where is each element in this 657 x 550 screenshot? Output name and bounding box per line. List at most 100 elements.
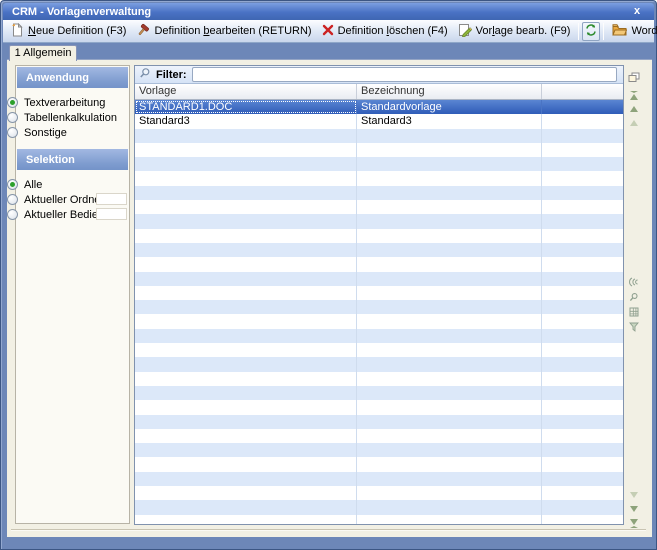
table-cell[interactable]: [135, 429, 357, 443]
table-cell[interactable]: [135, 343, 357, 357]
vorlage-bearbeiten-button[interactable]: Vorlage bearb. (F9): [453, 21, 576, 42]
table-cell[interactable]: [542, 214, 623, 228]
table-row[interactable]: [135, 129, 623, 143]
scroll-next-icon[interactable]: [627, 503, 641, 515]
table-cell[interactable]: [357, 443, 542, 457]
table-row[interactable]: [135, 157, 623, 171]
table-cell[interactable]: [542, 515, 623, 525]
table-row[interactable]: [135, 343, 623, 357]
table-cell[interactable]: [357, 300, 542, 314]
delete-definition-button[interactable]: Definition löschen (F4): [317, 22, 453, 41]
table-cell[interactable]: [135, 286, 357, 300]
table-cell[interactable]: [542, 357, 623, 371]
table-cell[interactable]: [135, 157, 357, 171]
table-cell[interactable]: [135, 329, 357, 343]
table-cell[interactable]: [357, 129, 542, 143]
table-cell[interactable]: [135, 257, 357, 271]
table-cell[interactable]: [542, 286, 623, 300]
table-cell[interactable]: [357, 515, 542, 525]
column-header-empty[interactable]: [542, 84, 623, 99]
table-row[interactable]: [135, 443, 623, 457]
scroll-last-icon[interactable]: [627, 517, 641, 529]
table-cell[interactable]: [542, 443, 623, 457]
table-cell[interactable]: [542, 114, 623, 128]
column-header-vorlage[interactable]: Vorlage: [135, 84, 357, 99]
table-cell[interactable]: [357, 243, 542, 257]
column-header-bezeichnung[interactable]: Bezeichnung: [357, 84, 542, 99]
table-cell[interactable]: [135, 472, 357, 486]
scroll-down-icon[interactable]: [627, 489, 641, 501]
refresh-button[interactable]: [582, 22, 600, 41]
table-cell[interactable]: Standard3: [135, 114, 357, 128]
table-cell[interactable]: [357, 229, 542, 243]
checker-icon[interactable]: [627, 306, 641, 318]
scroll-prev-icon[interactable]: [627, 117, 641, 129]
ordner-input[interactable]: [96, 193, 127, 205]
radio-option-textverarbeitung[interactable]: Textverarbeitung: [7, 96, 105, 109]
table-cell[interactable]: [357, 343, 542, 357]
table-cell[interactable]: [542, 171, 623, 185]
table-row[interactable]: [135, 500, 623, 514]
table-cell[interactable]: [135, 357, 357, 371]
new-definition-button[interactable]: Neue Definition (F3): [6, 21, 131, 42]
table-cell[interactable]: [357, 286, 542, 300]
table-row[interactable]: [135, 486, 623, 500]
filter-input[interactable]: [192, 67, 617, 82]
table-cell[interactable]: [135, 415, 357, 429]
table-cell[interactable]: [542, 372, 623, 386]
table-cell[interactable]: [542, 200, 623, 214]
radio-option-sonstige[interactable]: Sonstige: [7, 126, 67, 139]
table-cell[interactable]: [542, 257, 623, 271]
table-cell[interactable]: [135, 300, 357, 314]
table-cell[interactable]: [135, 515, 357, 525]
table-cell[interactable]: [542, 429, 623, 443]
table-row[interactable]: [135, 515, 623, 525]
table-cell[interactable]: [135, 171, 357, 185]
table-cell[interactable]: [135, 129, 357, 143]
table-cell[interactable]: STANDARD1.DOC: [135, 100, 357, 114]
table-cell[interactable]: [357, 472, 542, 486]
table-cell[interactable]: [357, 500, 542, 514]
search-icon[interactable]: [627, 291, 641, 303]
table-row[interactable]: [135, 300, 623, 314]
table-row[interactable]: STANDARD1.DOCStandardvorlage: [135, 100, 623, 114]
table-cell[interactable]: [357, 372, 542, 386]
table-row[interactable]: [135, 214, 623, 228]
table-cell[interactable]: [357, 171, 542, 185]
table-cell[interactable]: [357, 314, 542, 328]
table-row[interactable]: [135, 372, 623, 386]
table-row[interactable]: [135, 200, 623, 214]
table-row[interactable]: [135, 457, 623, 471]
table-row[interactable]: [135, 229, 623, 243]
table-row[interactable]: [135, 314, 623, 328]
table-cell[interactable]: [542, 314, 623, 328]
table-cell[interactable]: [135, 243, 357, 257]
word-steuerformate-button[interactable]: Word-Steuerformate (F6): [607, 21, 657, 41]
table-cell[interactable]: Standardvorlage: [357, 100, 542, 114]
table-cell[interactable]: [135, 272, 357, 286]
table-cell[interactable]: [357, 257, 542, 271]
table-cell[interactable]: [135, 314, 357, 328]
table-cell[interactable]: [135, 200, 357, 214]
table-cell[interactable]: [357, 272, 542, 286]
table-cell[interactable]: [357, 143, 542, 157]
table-row[interactable]: [135, 429, 623, 443]
table-cell[interactable]: [542, 143, 623, 157]
filter-funnel-icon[interactable]: [627, 321, 641, 333]
table-row[interactable]: [135, 243, 623, 257]
table-cell[interactable]: [135, 486, 357, 500]
table-cell[interactable]: [357, 157, 542, 171]
table-cell[interactable]: [357, 214, 542, 228]
tab-allgemein[interactable]: 1 Allgemein: [9, 45, 77, 61]
table-cell[interactable]: [135, 386, 357, 400]
table-cell[interactable]: [542, 129, 623, 143]
table-cell[interactable]: [542, 186, 623, 200]
edit-definition-button[interactable]: Definition bearbeiten (RETURN): [131, 21, 316, 42]
table-cell[interactable]: [542, 400, 623, 414]
table-cell[interactable]: [357, 386, 542, 400]
table-cell[interactable]: [135, 400, 357, 414]
column-chooser-icon[interactable]: [627, 71, 641, 83]
table-row[interactable]: [135, 186, 623, 200]
table-cell[interactable]: [135, 229, 357, 243]
table-row[interactable]: [135, 400, 623, 414]
